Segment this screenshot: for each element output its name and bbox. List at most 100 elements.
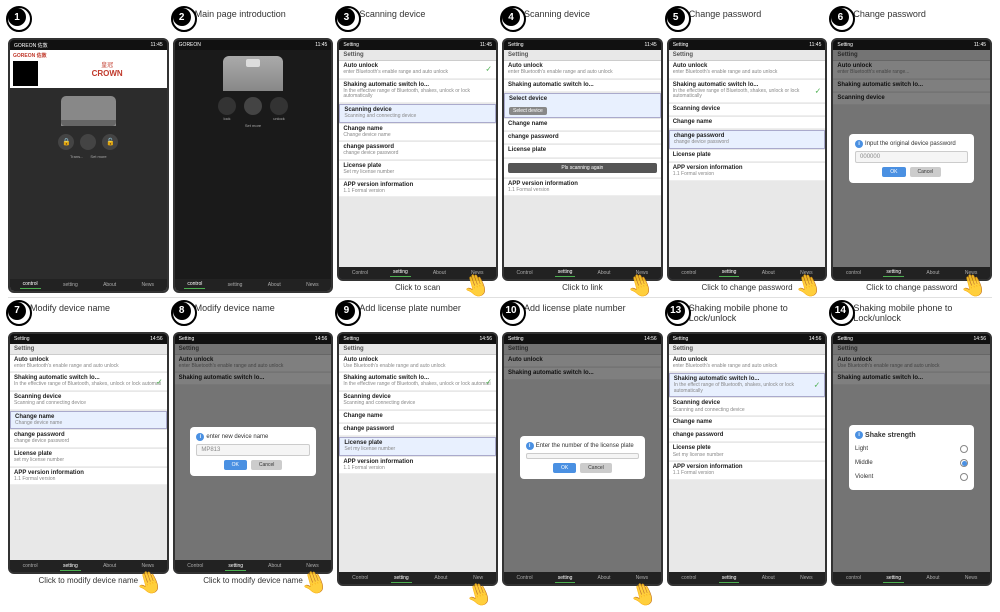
select-device-btn[interactable]: Select device	[509, 107, 547, 115]
step-13-status: Setting 14:56	[669, 334, 826, 344]
nav-about[interactable]: About	[100, 281, 119, 289]
nav-control-5[interactable]: control	[678, 269, 699, 277]
item-appver-5: APP version information 1.1 Formal versi…	[669, 163, 826, 181]
item-license-5: License plate	[669, 150, 826, 162]
nav-control-14[interactable]: control	[843, 574, 864, 582]
item-auto-unlock-13: Auto unlock enter Bluetooth's enable ran…	[669, 355, 826, 373]
item-change-name-7[interactable]: Change name Change device name	[10, 411, 167, 430]
nav-about-3[interactable]: About	[430, 269, 449, 277]
item-change-pw-3: change password change device password	[339, 142, 496, 160]
nav-control-7[interactable]: control	[20, 562, 41, 570]
info-icon-8: i	[196, 433, 204, 441]
nav-setting-4[interactable]: setting	[555, 268, 576, 277]
step-9-settings-title: Setting	[339, 344, 496, 355]
nav-news-13[interactable]: News	[797, 574, 816, 582]
step-9-status: Setting 14:56	[339, 334, 496, 344]
nav-setting-14[interactable]: setting	[883, 574, 904, 583]
step-14-title: Shaking mobile phone to Lock/unlock	[853, 302, 992, 325]
step-5-content: Setting Auto unlock enter Bluetooth's en…	[669, 50, 826, 267]
item-appver-4: APP version information 1.1 Formal versi…	[504, 179, 661, 197]
step-8-cancel-btn[interactable]: Cancel	[251, 460, 283, 470]
radio-middle[interactable]	[960, 459, 968, 467]
item-scanning-7: Scanning device Scanning and connecting …	[10, 392, 167, 410]
nav-setting-5[interactable]: setting	[719, 268, 740, 277]
item-select-device-4[interactable]: Select device Select device	[504, 93, 661, 118]
item-shaking-13[interactable]: Shaking automatic switch lo... In the ef…	[669, 373, 826, 397]
step-7-screen: Setting 14:56 Setting Auto unlock enter …	[8, 332, 169, 575]
step-2-nav: control setting About News	[175, 279, 332, 291]
item-scanning-3[interactable]: Scanning device Scanning and connecting …	[339, 104, 496, 123]
nav-control-9[interactable]: Control	[349, 574, 371, 582]
crown-app-main: 🔒 🔓 Trans... Set more	[10, 88, 167, 279]
nav-about-9[interactable]: About	[431, 574, 450, 582]
step-9-title: Add license plate number	[359, 302, 461, 314]
step-4-title: Scanning device	[524, 8, 590, 20]
step-4-content: Setting Auto unlock enter Bluetooth's en…	[504, 50, 661, 267]
step-2-title: Main page introduction	[195, 8, 286, 20]
step-10: 10 Add license plate number Setting 14:5…	[502, 302, 663, 587]
nav-about-6[interactable]: About	[923, 269, 942, 277]
nav-control-2[interactable]: control	[184, 280, 205, 289]
nav-control-6[interactable]: control	[843, 269, 864, 277]
step-10-popup: i Enter the number of the license plate …	[504, 344, 661, 573]
nav-about-5[interactable]: About	[759, 269, 778, 277]
item-change-pw-5[interactable]: change password change device password	[669, 130, 826, 149]
nav-about-14[interactable]: About	[923, 574, 942, 582]
step-8-header: 8 Modify device name	[173, 302, 334, 330]
nav-setting-13[interactable]: setting	[719, 574, 740, 583]
nav-about-4[interactable]: About	[594, 269, 613, 277]
nav-setting-3[interactable]: setting	[390, 268, 411, 277]
item-license-9[interactable]: License plate Set my license number	[339, 437, 496, 456]
pls-scan-btn[interactable]: Pls scanning again	[508, 163, 657, 173]
nav-setting[interactable]: setting	[60, 281, 81, 289]
nav-setting-10[interactable]: setting	[555, 574, 576, 583]
nav-news-2[interactable]: News	[303, 281, 322, 289]
step-10-license-input[interactable]	[526, 453, 639, 459]
nav-about-10[interactable]: About	[594, 574, 613, 582]
step-2-number: 2	[173, 8, 191, 26]
nav-setting-7[interactable]: setting	[60, 562, 81, 571]
unlock-btn[interactable]: 🔓	[102, 134, 118, 150]
step-8-name-input[interactable]: MP813	[196, 444, 309, 456]
nav-news-14[interactable]: News	[962, 574, 981, 582]
step-9-number: 9	[337, 302, 355, 320]
item-license-7: License plate set my license number	[10, 449, 167, 467]
nav-control-10[interactable]: Control	[514, 574, 536, 582]
nav-setting-2[interactable]: setting	[225, 281, 246, 289]
nav-control-8[interactable]: Control	[184, 562, 206, 570]
nav-setting-8[interactable]: setting	[225, 562, 246, 571]
radio-violent[interactable]	[960, 473, 968, 481]
lock-btn[interactable]: 🔒	[58, 134, 74, 150]
step-6-popup-box: i Input the original device password 000…	[849, 134, 974, 183]
item-change-name-9: Change name	[339, 411, 496, 423]
step-14-number: 14	[831, 302, 849, 320]
nav-about-8[interactable]: About	[265, 562, 284, 570]
step-10-cancel-btn[interactable]: Cancel	[580, 463, 612, 473]
item-change-name-3: Change name Change device name	[339, 124, 496, 142]
step-8: 8 Modify device name Setting 14:56 Setti…	[173, 302, 334, 587]
nav-control-4[interactable]: Control	[514, 269, 536, 277]
item-auto-unlock-9: Auto unlock Use Bluetooth's enable range…	[339, 355, 496, 373]
item-scanning-13: Scanning device Scanning and connecting …	[669, 398, 826, 416]
nav-control[interactable]: control	[20, 280, 41, 289]
nav-about-13[interactable]: About	[759, 574, 778, 582]
nav-control-3[interactable]: Control	[349, 269, 371, 277]
step-6-ok-btn[interactable]: OK	[882, 167, 905, 177]
center-btn[interactable]	[80, 134, 96, 150]
nav-control-13[interactable]: control	[678, 574, 699, 582]
step-8-status: Setting 14:56	[175, 334, 332, 344]
nav-about-7[interactable]: About	[100, 562, 119, 570]
step-8-caption: Click to modify device name	[203, 576, 303, 586]
step-6-password-input[interactable]: 000000	[855, 151, 968, 163]
step-6-cancel-btn[interactable]: Cancel	[910, 167, 942, 177]
nav-news[interactable]: News	[138, 281, 157, 289]
nav-setting-6[interactable]: setting	[883, 268, 904, 277]
step-2-header: 2 Main page introduction	[173, 8, 334, 36]
main-container: 1 GOREON 佐敦 11:45 GOREON 佐敦 皇冠 C	[0, 0, 1000, 594]
step-10-ok-btn[interactable]: OK	[553, 463, 576, 473]
nav-about-2[interactable]: About	[265, 281, 284, 289]
step-8-ok-btn[interactable]: OK	[224, 460, 247, 470]
step-10-popup-box: i Enter the number of the license plate …	[520, 436, 645, 479]
nav-setting-9[interactable]: setting	[391, 574, 412, 583]
radio-light[interactable]	[960, 445, 968, 453]
